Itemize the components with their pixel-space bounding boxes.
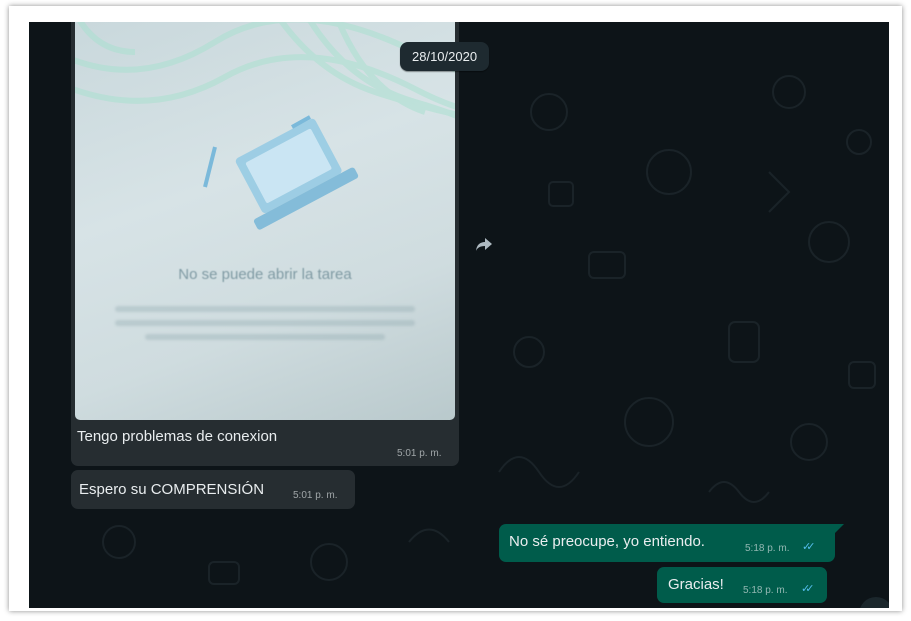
message-text: Espero su COMPRENSIÓN — [79, 481, 265, 498]
screenshot-frame: No se puede abrir la tarea Tengo problem… — [9, 6, 902, 611]
bubble-tail — [835, 524, 844, 533]
photo-error-text: No se puede abrir la tarea — [178, 266, 352, 283]
date-chip: 28/10/2020 — [400, 42, 490, 71]
message-text: No sé preocupe, yo entiendo. — [509, 533, 705, 550]
message-time: 5:18 p. m. — [743, 585, 788, 596]
photo-blurred-line — [115, 320, 415, 326]
image-caption: Tengo problemas de conexion — [77, 428, 278, 445]
outgoing-text-message[interactable]: No sé preocupe, yo entiendo. 5:18 p. m. … — [499, 524, 835, 562]
incoming-text-message[interactable]: Espero su COMPRENSIÓN 5:01 p. m. — [71, 470, 355, 509]
message-text: Gracias! — [668, 576, 724, 593]
forward-icon[interactable] — [472, 232, 496, 256]
photo-blurred-line — [115, 306, 415, 312]
outgoing-text-message[interactable]: Gracias! 5:18 p. m. ✓✓ — [657, 567, 827, 603]
double-check-icon: ✓✓ — [801, 583, 815, 595]
attached-photo[interactable]: No se puede abrir la tarea — [75, 22, 455, 420]
photo-blurred-line — [145, 334, 385, 340]
chat-panel[interactable]: No se puede abrir la tarea Tengo problem… — [29, 22, 889, 608]
message-time: 5:01 p. m. — [293, 490, 338, 501]
message-time: 5:18 p. m. — [745, 543, 790, 554]
double-check-icon: ✓✓ — [802, 541, 816, 553]
message-time: 5:01 p. m. — [397, 448, 442, 459]
incoming-image-message[interactable]: No se puede abrir la tarea Tengo problem… — [71, 22, 459, 466]
